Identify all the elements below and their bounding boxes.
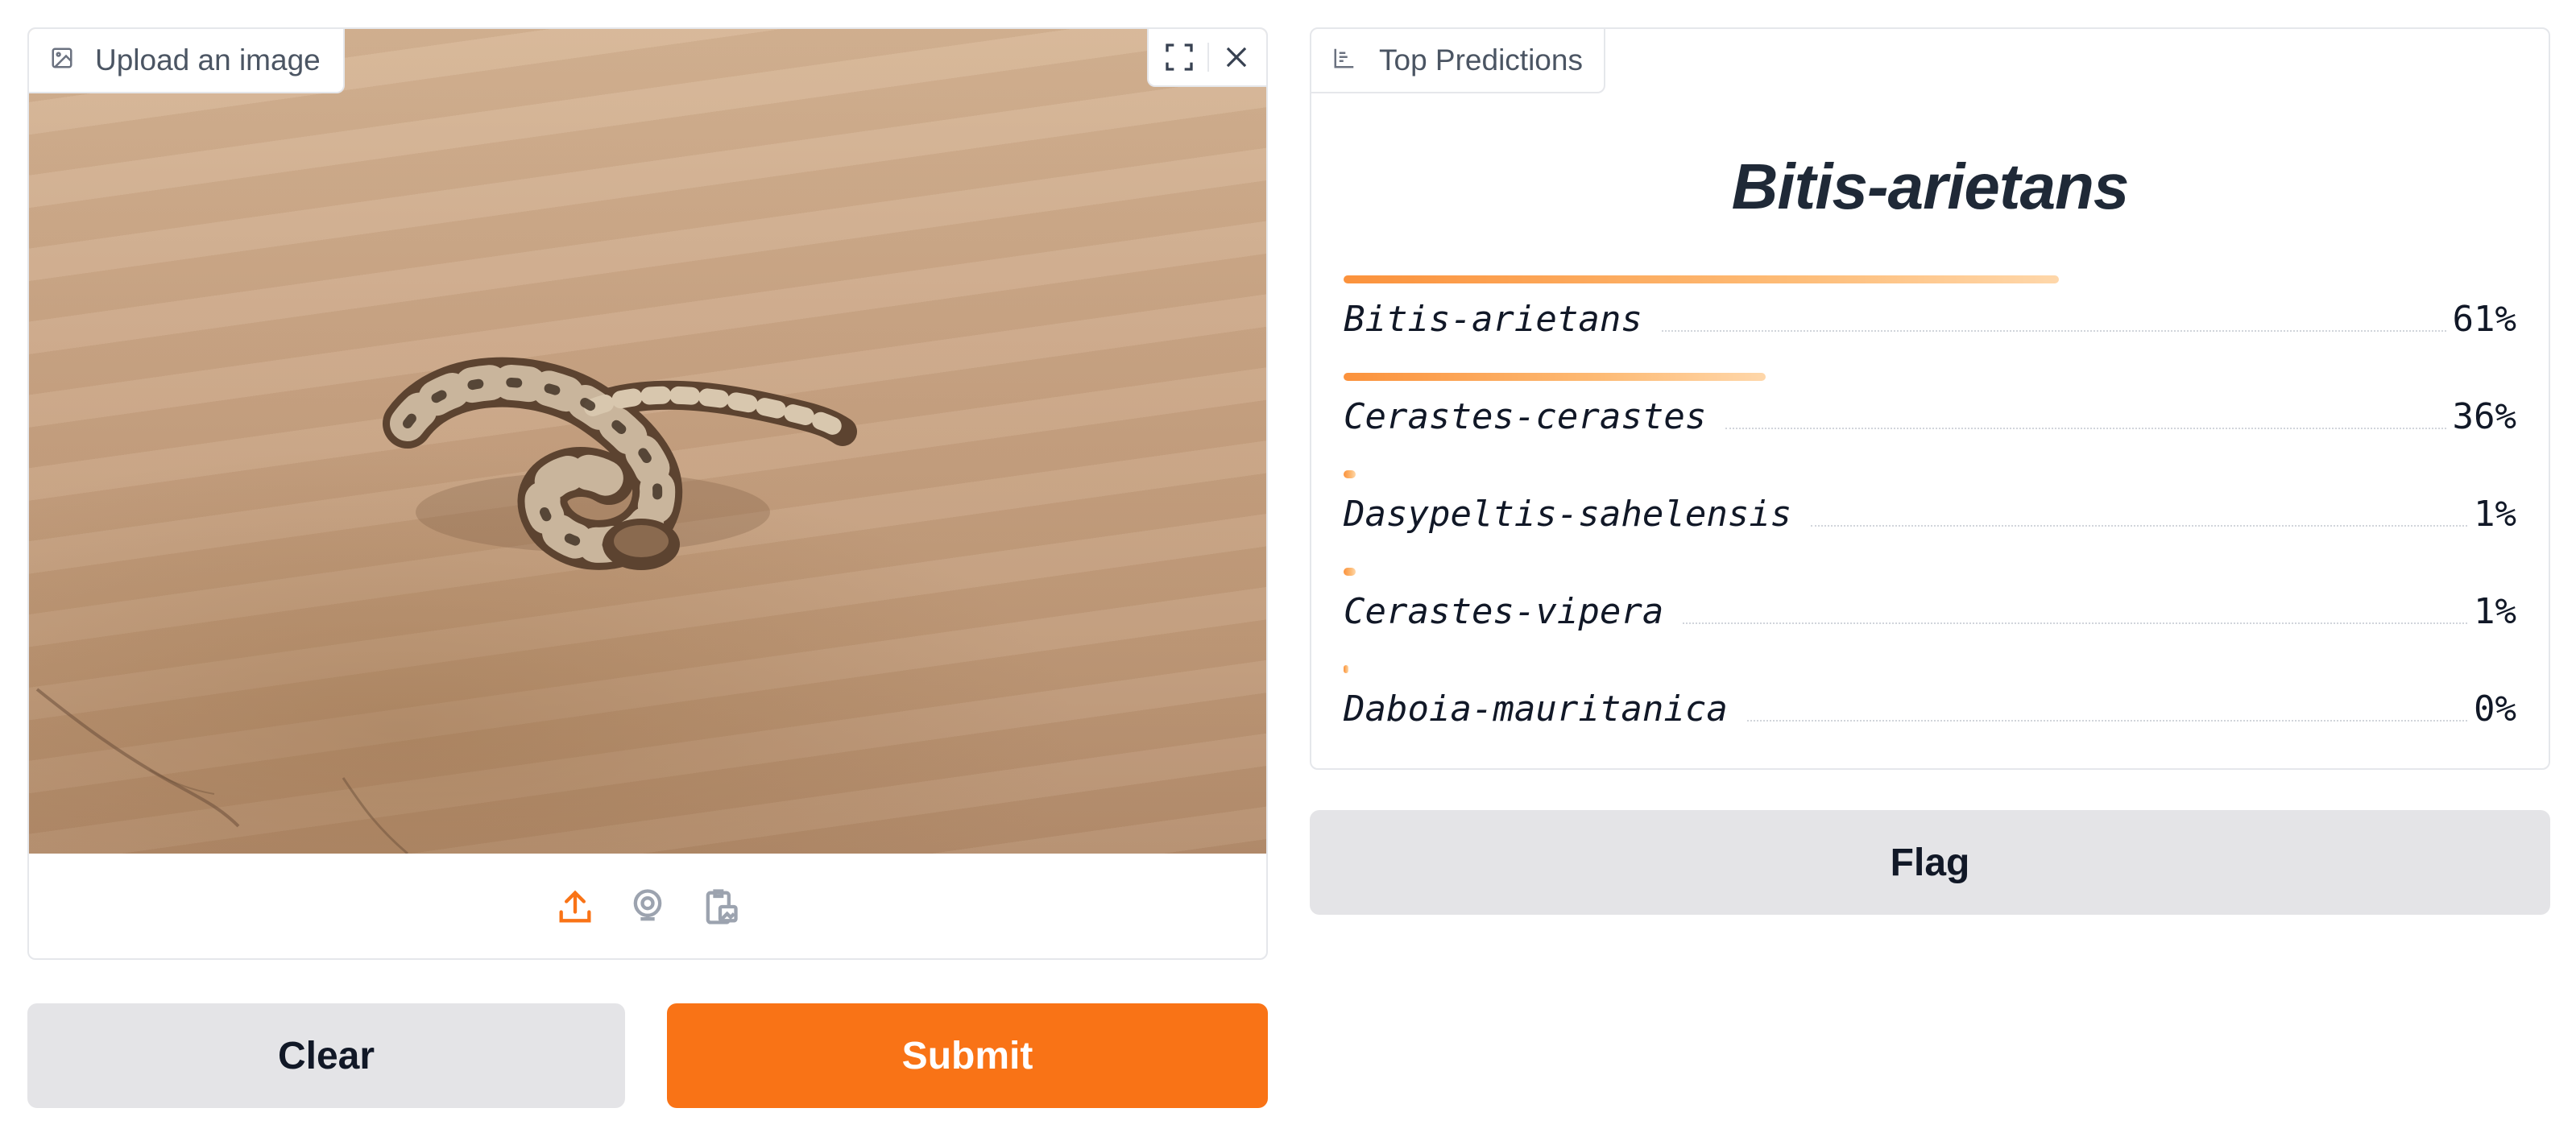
snake-photo <box>35 357 857 855</box>
image-toolbar <box>1147 29 1266 87</box>
predictions-label: Top Predictions <box>1311 29 1605 93</box>
confidence-row[interactable]: Cerastes-vipera 1% <box>1344 568 2516 665</box>
leader-dots <box>1683 622 2468 624</box>
uploaded-image <box>29 29 1266 855</box>
clipboard-icon[interactable] <box>699 886 741 928</box>
webcam-icon[interactable] <box>627 886 669 928</box>
class-name: Cerastes-cerastes <box>1344 396 1707 437</box>
top-prediction: Bitis-arietans <box>1731 151 2130 222</box>
confidence-row[interactable]: Bitis-arietans 61% <box>1344 275 2516 373</box>
submit-button[interactable]: Submit <box>667 1003 1268 1108</box>
class-name: Daboia-mauritanica <box>1344 688 1728 730</box>
class-percent: 1% <box>2474 494 2516 535</box>
image-input-label: Upload an image <box>29 29 345 93</box>
class-name: Dasypeltis-sahelensis <box>1344 494 1792 535</box>
leader-dots <box>1746 720 2468 722</box>
flag-button[interactable]: Flag <box>1310 810 2550 915</box>
image-input-panel: Upload an image <box>27 27 1268 960</box>
confidence-row[interactable]: Cerastes-cerastes 36% <box>1344 373 2516 470</box>
confidence-row[interactable]: Dasypeltis-sahelensis 1% <box>1344 470 2516 568</box>
image-source-selector <box>29 854 1266 958</box>
fullscreen-icon[interactable] <box>1163 41 1195 73</box>
leader-dots <box>1811 525 2468 527</box>
class-percent: 61% <box>2452 299 2516 340</box>
class-name: Bitis-arietans <box>1344 299 1642 340</box>
image-input-label-text: Upload an image <box>95 43 321 76</box>
confidence-bar <box>1344 275 2060 283</box>
leader-dots <box>1661 330 2446 332</box>
predictions-panel: Top Predictions Bitis-arietans Bitis-ari… <box>1310 27 2550 770</box>
confidence-list: Bitis-arietans 61% Cerastes-cerastes 36%… <box>1344 275 2516 763</box>
confidence-bar <box>1344 665 1348 673</box>
leader-dots <box>1725 428 2446 429</box>
confidence-bar <box>1344 470 1356 478</box>
confidence-row[interactable]: Daboia-mauritanica 0% <box>1344 665 2516 763</box>
confidence-bar <box>1344 568 1356 576</box>
class-percent: 36% <box>2452 396 2516 437</box>
upload-icon[interactable] <box>554 886 596 928</box>
class-name: Cerastes-vipera <box>1344 591 1664 632</box>
clear-button[interactable]: Clear <box>27 1003 625 1108</box>
predictions-label-text: Top Predictions <box>1379 43 1583 76</box>
confidence-bar <box>1344 373 1766 381</box>
toolbar-divider <box>1207 43 1209 72</box>
class-percent: 1% <box>2474 591 2516 632</box>
bar-chart-icon <box>1332 43 1356 77</box>
class-percent: 0% <box>2474 688 2516 730</box>
image-icon <box>50 43 74 77</box>
close-icon[interactable] <box>1221 42 1252 72</box>
